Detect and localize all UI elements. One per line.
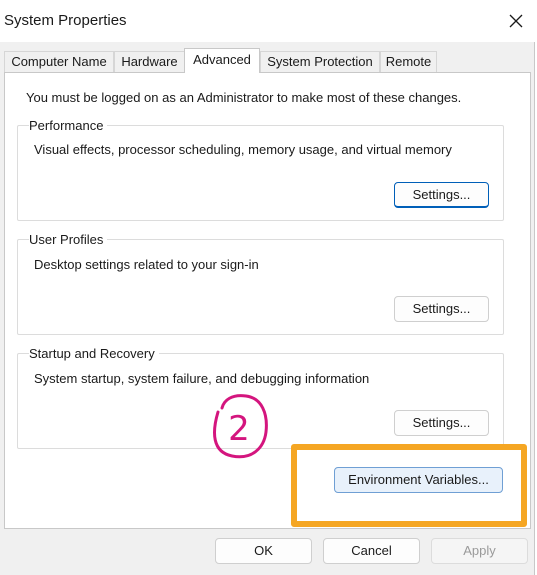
performance-settings-button[interactable]: Settings... (394, 182, 489, 208)
tab-remote[interactable]: Remote (380, 51, 437, 72)
environment-variables-button[interactable]: Environment Variables... (334, 467, 503, 493)
step-number-text: 2 (228, 409, 250, 449)
tab-hardware[interactable]: Hardware (114, 51, 185, 72)
step-number-annotation: 2 (208, 392, 270, 462)
cancel-button[interactable]: Cancel (323, 538, 420, 564)
title-bar[interactable]: System Properties (0, 0, 535, 42)
system-properties-window: System Properties Computer Name Hardware… (0, 0, 535, 575)
window-title: System Properties (4, 12, 127, 29)
user-profiles-description: Desktop settings related to your sign-in (34, 257, 259, 272)
user-profiles-group-label: User Profiles (29, 232, 108, 247)
startup-recovery-description: System startup, system failure, and debu… (34, 371, 370, 386)
apply-button[interactable]: Apply (431, 538, 528, 564)
ok-button[interactable]: OK (215, 538, 312, 564)
close-button[interactable] (498, 6, 534, 36)
startup-recovery-settings-button[interactable]: Settings... (394, 410, 489, 436)
user-profiles-settings-button[interactable]: Settings... (394, 296, 489, 322)
tab-advanced[interactable]: Advanced (184, 48, 260, 73)
tab-system-protection[interactable]: System Protection (260, 51, 380, 72)
admin-note: You must be logged on as an Administrato… (26, 90, 462, 105)
performance-group-label: Performance (29, 118, 108, 133)
performance-description: Visual effects, processor scheduling, me… (34, 142, 452, 157)
close-icon (509, 14, 523, 28)
startup-recovery-group-label: Startup and Recovery (29, 346, 159, 361)
tab-computer-name[interactable]: Computer Name (4, 51, 114, 72)
